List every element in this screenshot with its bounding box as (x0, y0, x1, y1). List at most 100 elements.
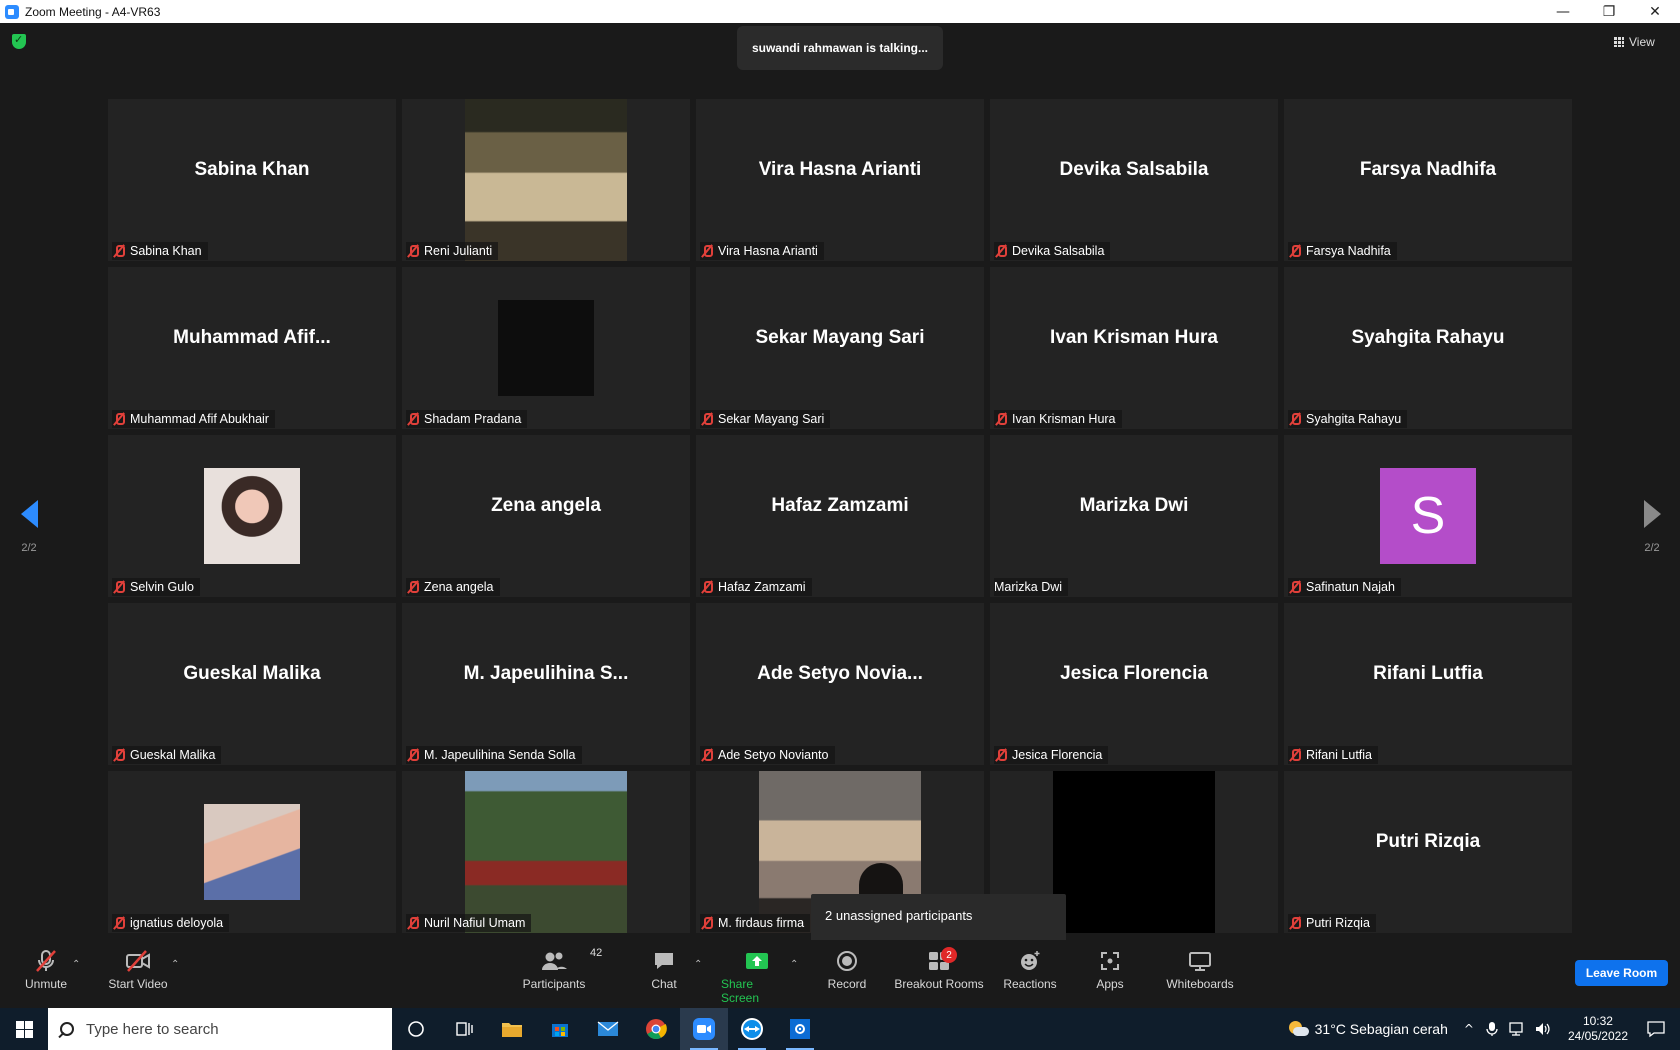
next-page-nav[interactable]: 2/2 (1632, 500, 1672, 554)
volume-icon[interactable] (1534, 1021, 1552, 1037)
participant-tile[interactable]: Syahgita Rahayu Syahgita Rahayu (1284, 267, 1572, 429)
participant-label-text: Ade Setyo Novianto (718, 748, 829, 762)
previous-page-nav[interactable]: 2/2 (9, 500, 49, 554)
participant-tile[interactable]: Devika Salsabila Devika Salsabila (990, 99, 1278, 261)
minimize-button[interactable]: — (1541, 0, 1585, 23)
participant-tile[interactable]: Gueskal Malika Gueskal Malika (108, 603, 396, 765)
microphone-tray-icon[interactable] (1486, 1021, 1498, 1037)
microphone-muted-icon (1288, 412, 1301, 426)
microphone-muted-icon (33, 945, 59, 977)
mail-icon (597, 1021, 619, 1036)
participant-tile[interactable]: Shadam Pradana (402, 267, 690, 429)
participant-label-text: Ivan Krisman Hura (1012, 412, 1116, 426)
participant-tile[interactable]: Jesica Florencia Jesica Florencia (990, 603, 1278, 765)
taskbar-clock[interactable]: 10:32 24/05/2022 (1568, 1014, 1628, 1044)
video-options-caret[interactable]: ⌃ (171, 959, 179, 970)
chrome-app[interactable] (632, 1008, 680, 1050)
view-button[interactable]: View (1614, 31, 1670, 53)
participant-tile[interactable]: Rifani Lutfia Rifani Lutfia (1284, 603, 1572, 765)
microphone-muted-icon (406, 748, 419, 762)
unmute-button[interactable]: Unmute (20, 945, 72, 1005)
participant-tile[interactable]: Selvin Gulo (108, 435, 396, 597)
participant-display-name: Devika Salsabila (1059, 159, 1209, 180)
cortana-button[interactable] (392, 1008, 440, 1050)
page-indicator-right: 2/2 (1644, 542, 1660, 554)
mail-app[interactable] (584, 1008, 632, 1050)
participant-label-text: Vira Hasna Arianti (718, 244, 818, 258)
participant-tile[interactable]: Reni Julianti (402, 99, 690, 261)
breakout-rooms-button[interactable]: 2 Breakout Rooms (894, 945, 984, 1005)
participant-name-label: Putri Rizqia (1288, 914, 1376, 932)
close-button[interactable]: ✕ (1633, 0, 1677, 23)
taskbar-search-input[interactable]: Type here to search (48, 1008, 392, 1050)
microphone-muted-icon (994, 412, 1007, 426)
whiteboards-button[interactable]: Whiteboards (1165, 945, 1235, 1005)
share-screen-button[interactable]: Share Screen (721, 945, 793, 1005)
participant-tile[interactable]: M. Japeulihina S... M. Japeulihina Senda … (402, 603, 690, 765)
teamviewer-app[interactable] (728, 1008, 776, 1050)
participant-tile[interactable]: Nuril Nafiul Umam (402, 771, 690, 933)
weather-text[interactable]: 31°C Sebagian cerah (1315, 1021, 1448, 1037)
participant-tile[interactable]: Putri Rizqia Putri Rizqia (1284, 771, 1572, 933)
microsoft-store-app[interactable] (536, 1008, 584, 1050)
weather-icon[interactable] (1287, 1021, 1309, 1037)
share-screen-label: Share Screen (721, 977, 760, 1005)
participant-label-text: Sabina Khan (130, 244, 202, 258)
cortana-icon (408, 1021, 424, 1037)
microphone-muted-icon (406, 580, 419, 594)
participant-tile[interactable]: Sabina Khan Sabina Khan (108, 99, 396, 261)
reactions-button[interactable]: Reactions (1003, 945, 1057, 1005)
participant-display-name: Sekar Mayang Sari (755, 327, 925, 348)
microphone-muted-icon (1288, 748, 1301, 762)
meeting-toolbar: Unmute ⌃ Start Video ⌃ 42 Participants C… (0, 940, 1680, 1008)
tray-overflow-chevron-icon[interactable]: ^ (1464, 1022, 1474, 1036)
microphone-muted-icon (112, 244, 125, 258)
network-icon[interactable] (1508, 1021, 1526, 1037)
zoom-app[interactable] (680, 1008, 728, 1050)
audio-options-caret[interactable]: ⌃ (72, 959, 80, 970)
video-thumbnail (498, 300, 594, 396)
participant-label-text: ignatius deloyola (130, 916, 224, 930)
share-options-caret[interactable]: ⌃ (790, 959, 798, 970)
letter-avatar: S (1380, 468, 1476, 564)
file-explorer-app[interactable] (488, 1008, 536, 1050)
participant-display-name: Zena angela (491, 495, 601, 516)
start-video-button[interactable]: Start Video (104, 945, 172, 1005)
participant-tile[interactable]: Hafaz Zamzami Hafaz Zamzami (696, 435, 984, 597)
participant-tile[interactable]: ignatius deloyola (108, 771, 396, 933)
leave-room-button[interactable]: Leave Room (1575, 960, 1668, 986)
participant-tile[interactable]: Ivan Krisman Hura Ivan Krisman Hura (990, 267, 1278, 429)
participant-tile[interactable]: Farsya Nadhifa Farsya Nadhifa (1284, 99, 1572, 261)
settings-app[interactable] (776, 1008, 824, 1050)
apps-button[interactable]: Apps (1094, 945, 1126, 1005)
record-button[interactable]: Record (826, 945, 868, 1005)
windows-start-button[interactable] (0, 1008, 48, 1050)
participant-tile[interactable]: Ade Setyo Novia... Ade Setyo Novianto (696, 603, 984, 765)
breakout-rooms-badge: 2 (941, 947, 957, 963)
participant-tile[interactable]: S Safinatun Najah (1284, 435, 1572, 597)
participant-tile[interactable]: Sekar Mayang Sari Sekar Mayang Sari (696, 267, 984, 429)
chat-button[interactable]: Chat (648, 945, 680, 1005)
participant-tile[interactable]: Zena angela Zena angela (402, 435, 690, 597)
video-thumbnail (204, 804, 300, 900)
participants-button[interactable]: 42 Participants (520, 945, 603, 1005)
restore-button[interactable]: ❐ (1587, 0, 1631, 23)
meeting-stage: suwandi rahmawan is talking... View 2/2 … (0, 23, 1680, 949)
participant-label-text: Hafaz Zamzami (718, 580, 806, 594)
record-label: Record (827, 977, 867, 991)
arrow-right-icon[interactable] (1643, 500, 1661, 528)
notification-center-icon[interactable] (1646, 1020, 1666, 1038)
chat-options-caret[interactable]: ⌃ (694, 959, 702, 970)
view-label: View (1629, 35, 1655, 49)
microphone-muted-icon (1288, 244, 1301, 258)
security-shield-icon[interactable] (12, 33, 26, 49)
task-view-button[interactable] (440, 1008, 488, 1050)
reactions-label: Reactions (1003, 977, 1057, 991)
participant-tile[interactable]: Vira Hasna Arianti Vira Hasna Arianti (696, 99, 984, 261)
participant-tile[interactable]: Muhammad Afif... Muhammad Afif Abukhair (108, 267, 396, 429)
window-titlebar: Zoom Meeting - A4-VR63 — ❐ ✕ (0, 0, 1680, 23)
clock-date: 24/05/2022 (1567, 1029, 1628, 1043)
participant-display-name: Rifani Lutfia (1373, 663, 1483, 684)
arrow-left-icon[interactable] (20, 500, 38, 528)
participant-tile[interactable]: Marizka Dwi Marizka Dwi (990, 435, 1278, 597)
